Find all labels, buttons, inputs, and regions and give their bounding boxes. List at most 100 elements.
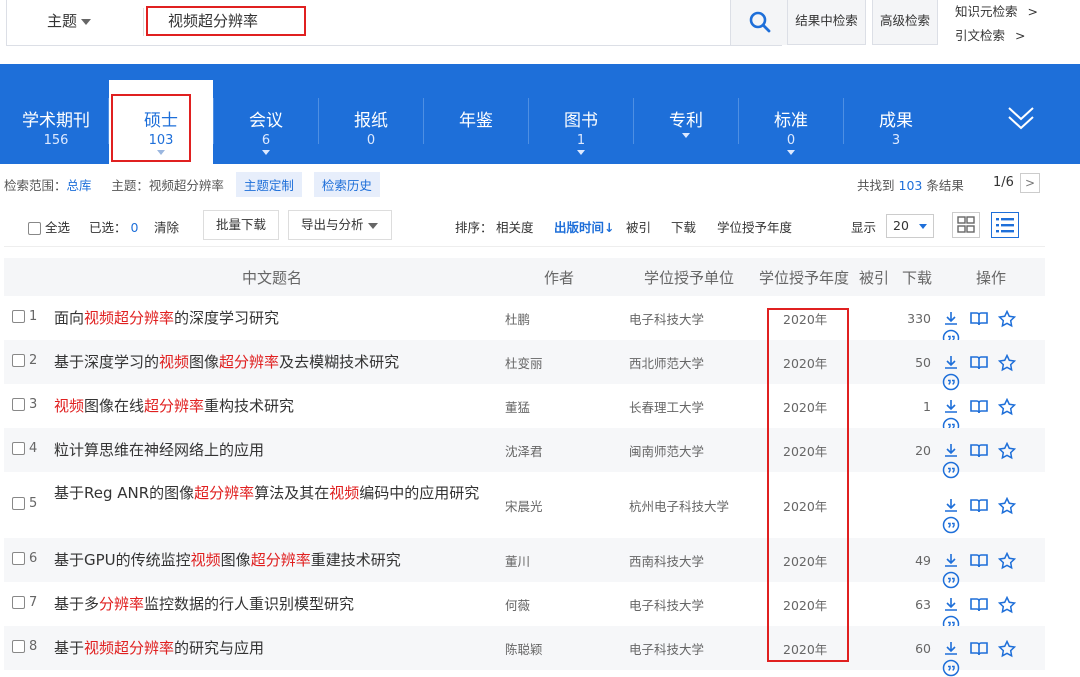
next-page-button[interactable]: > bbox=[1020, 173, 1040, 193]
paper-title-link[interactable]: 基于Reg ANR的图像超分辨率算法及其在视频编码中的应用研究 bbox=[54, 482, 494, 504]
star-icon[interactable] bbox=[998, 639, 1017, 658]
paper-title-link[interactable]: 粒计算思维在神经网络上的应用 bbox=[54, 439, 494, 461]
range-value[interactable]: 总库 bbox=[67, 178, 92, 193]
read-online-icon[interactable] bbox=[969, 398, 989, 416]
row-select[interactable]: 8 bbox=[12, 639, 37, 654]
citation-search-link[interactable]: 引文检索 > bbox=[955, 25, 1026, 44]
search-in-results-button[interactable]: 结果中检索 bbox=[787, 0, 866, 45]
paper-title-link[interactable]: 基于多分辨率监控数据的行人重识别模型研究 bbox=[54, 593, 494, 615]
author-link[interactable]: 杜鹏 bbox=[505, 309, 530, 328]
search-button[interactable] bbox=[730, 0, 788, 45]
grid-view-button[interactable] bbox=[952, 212, 980, 238]
batch-download-button[interactable]: 批量下载 bbox=[203, 210, 280, 240]
row-select[interactable]: 3 bbox=[12, 397, 37, 412]
download-icon[interactable] bbox=[942, 442, 960, 460]
tab-8[interactable]: 成果 3 bbox=[844, 80, 948, 160]
degree-unit-link[interactable]: 西北师范大学 bbox=[629, 353, 704, 372]
quote-icon[interactable] bbox=[942, 659, 960, 677]
degree-unit-link[interactable]: 电子科技大学 bbox=[629, 639, 704, 658]
read-online-icon[interactable] bbox=[969, 596, 989, 614]
read-online-icon[interactable] bbox=[969, 354, 989, 372]
paper-title-link[interactable]: 基于深度学习的视频图像超分辨率及去模糊技术研究 bbox=[54, 351, 494, 373]
expand-chevron-icon[interactable] bbox=[1006, 102, 1036, 132]
tab-label: 成果 bbox=[879, 111, 913, 131]
select-all-checkbox[interactable]: 全选 bbox=[28, 217, 70, 236]
star-icon[interactable] bbox=[998, 551, 1017, 570]
tab-0[interactable]: 学术期刊 156 bbox=[4, 80, 108, 160]
knowledge-search-link[interactable]: 知识元检索 > bbox=[955, 1, 1038, 20]
selected-count: 已选： 0 bbox=[89, 217, 138, 236]
search-scope-dropdown[interactable]: 主题 bbox=[47, 10, 92, 31]
star-icon[interactable] bbox=[998, 496, 1017, 515]
row-select[interactable]: 5 bbox=[12, 496, 37, 511]
degree-unit-link[interactable]: 杭州电子科技大学 bbox=[629, 496, 729, 515]
author-link[interactable]: 宋晨光 bbox=[505, 496, 543, 515]
degree-unit-link[interactable]: 长春理工大学 bbox=[629, 397, 704, 416]
row-select[interactable]: 1 bbox=[12, 309, 37, 324]
table-row: 4 粒计算思维在神经网络上的应用 沈泽君 闽南师范大学 2020年 20 bbox=[4, 428, 1045, 479]
paper-title-link[interactable]: 基于视频超分辨率的研究与应用 bbox=[54, 637, 494, 659]
degree-unit-link[interactable]: 电子科技大学 bbox=[629, 309, 704, 328]
star-icon[interactable] bbox=[998, 595, 1017, 614]
row-select[interactable]: 6 bbox=[12, 551, 37, 566]
author-link[interactable]: 陈聪颖 bbox=[505, 639, 543, 658]
tab-5[interactable]: 图书 1 bbox=[529, 80, 633, 160]
download-icon[interactable] bbox=[942, 310, 960, 328]
degree-unit-link[interactable]: 西南科技大学 bbox=[629, 551, 704, 570]
star-icon[interactable] bbox=[998, 441, 1017, 460]
tab-2[interactable]: 会议 6 bbox=[214, 80, 318, 160]
search-history-button[interactable]: 检索历史 bbox=[313, 172, 380, 197]
title-segment: 视频超分辨率 bbox=[84, 639, 175, 657]
read-online-icon[interactable] bbox=[969, 442, 989, 460]
read-online-icon[interactable] bbox=[969, 497, 989, 515]
read-online-icon[interactable] bbox=[969, 552, 989, 570]
tab-3[interactable]: 报纸 0 bbox=[319, 80, 423, 160]
sort-publish-time[interactable]: 出版时间↓ bbox=[554, 217, 615, 236]
download-icon[interactable] bbox=[942, 398, 960, 416]
degree-unit-link[interactable]: 闽南师范大学 bbox=[629, 441, 704, 460]
sort-relevance[interactable]: 相关度 bbox=[496, 217, 534, 236]
row-select[interactable]: 4 bbox=[12, 441, 37, 456]
read-online-icon[interactable] bbox=[969, 310, 989, 328]
sort-degree-year[interactable]: 学位授予年度 bbox=[717, 217, 792, 236]
download-icon[interactable] bbox=[942, 552, 960, 570]
search-input[interactable]: 视频超分辨率 bbox=[146, 6, 306, 36]
topic-custom-button[interactable]: 主题定制 bbox=[235, 172, 302, 197]
row-select[interactable]: 2 bbox=[12, 353, 37, 368]
download-icon[interactable] bbox=[942, 596, 960, 614]
star-icon[interactable] bbox=[998, 309, 1017, 328]
author-link[interactable]: 何薇 bbox=[505, 595, 530, 614]
tab-4[interactable]: 年鉴 bbox=[424, 80, 528, 160]
paper-title-link[interactable]: 基于GPU的传统监控视频图像超分辨率重建技术研究 bbox=[54, 549, 494, 571]
read-online-icon[interactable] bbox=[969, 640, 989, 658]
author-link[interactable]: 董川 bbox=[505, 551, 530, 570]
page-size-select[interactable]: 20 bbox=[886, 214, 934, 238]
sort-cited[interactable]: 被引 bbox=[626, 217, 651, 236]
advanced-search-button[interactable]: 高级检索 bbox=[872, 0, 938, 45]
clear-button[interactable]: 清除 bbox=[154, 217, 179, 236]
star-icon[interactable] bbox=[998, 353, 1017, 372]
tab-1[interactable]: 硕士 103 bbox=[109, 80, 213, 164]
row-select[interactable]: 7 bbox=[12, 595, 37, 610]
title-segment: 视频 bbox=[54, 397, 85, 415]
paper-title-link[interactable]: 面向视频超分辨率的深度学习研究 bbox=[54, 307, 494, 329]
paper-title-link[interactable]: 视频图像在线超分辨率重构技术研究 bbox=[54, 395, 494, 417]
quote-icon[interactable] bbox=[942, 516, 960, 534]
degree-year: 2020年 bbox=[783, 642, 828, 657]
tab-6[interactable]: 专利 bbox=[634, 80, 738, 160]
download-icon[interactable] bbox=[942, 640, 960, 658]
export-analysis-dropdown[interactable]: 导出与分析 bbox=[288, 210, 392, 240]
star-icon[interactable] bbox=[998, 397, 1017, 416]
sort-download[interactable]: 下载 bbox=[671, 217, 696, 236]
author-link[interactable]: 董猛 bbox=[505, 397, 530, 416]
author-link[interactable]: 沈泽君 bbox=[505, 441, 543, 460]
list-view-button[interactable] bbox=[991, 212, 1019, 238]
title-segment: 超分辨率 bbox=[219, 353, 280, 371]
author-link[interactable]: 杜变丽 bbox=[505, 353, 543, 372]
degree-unit-link[interactable]: 电子科技大学 bbox=[629, 595, 704, 614]
download-icon[interactable] bbox=[942, 497, 960, 515]
download-icon[interactable] bbox=[942, 354, 960, 372]
tab-7[interactable]: 标准 0 bbox=[739, 80, 843, 160]
caret-down-icon bbox=[919, 224, 927, 229]
selected-count-value: 0 bbox=[130, 220, 139, 235]
